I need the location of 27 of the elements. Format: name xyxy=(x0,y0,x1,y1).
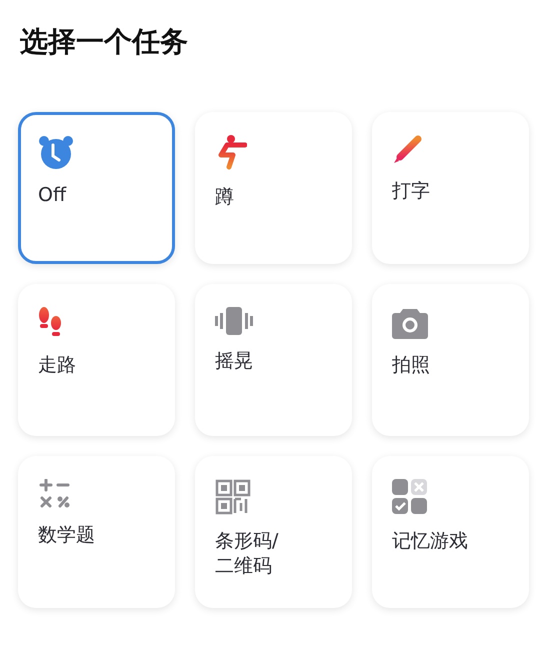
task-label: 拍照 xyxy=(392,353,430,378)
task-card[interactable]: 打字 xyxy=(372,112,529,264)
task-card[interactable]: 走路 xyxy=(18,284,175,436)
vibrating-phone-icon xyxy=(215,307,253,335)
memory-cards-icon xyxy=(392,479,428,515)
qr-code-icon xyxy=(215,479,251,515)
task-card[interactable]: 记忆游戏 xyxy=(372,456,529,608)
task-card[interactable]: 拍照 xyxy=(372,284,529,436)
task-card[interactable]: Off xyxy=(18,112,175,264)
task-label: 记忆游戏 xyxy=(392,529,468,554)
task-card[interactable]: 蹲 xyxy=(195,112,352,264)
task-label: 数学题 xyxy=(38,523,95,548)
task-label: 打字 xyxy=(392,179,430,204)
task-label: 走路 xyxy=(38,353,76,378)
task-label: Off xyxy=(38,183,66,208)
task-label: 蹲 xyxy=(215,185,234,210)
alarm-clock-icon xyxy=(38,135,74,169)
task-card[interactable]: 数学题 xyxy=(18,456,175,608)
task-label: 条形码/ 二维码 xyxy=(215,529,278,579)
footprints-icon xyxy=(38,307,62,339)
task-card[interactable]: 摇晃 xyxy=(195,284,352,436)
camera-icon xyxy=(392,307,428,339)
task-label: 摇晃 xyxy=(215,349,253,374)
page-title: 选择一个任务 xyxy=(20,24,189,60)
pencil-icon xyxy=(392,135,422,165)
math-operators-icon xyxy=(38,479,72,509)
task-card[interactable]: 条形码/ 二维码 xyxy=(195,456,352,608)
